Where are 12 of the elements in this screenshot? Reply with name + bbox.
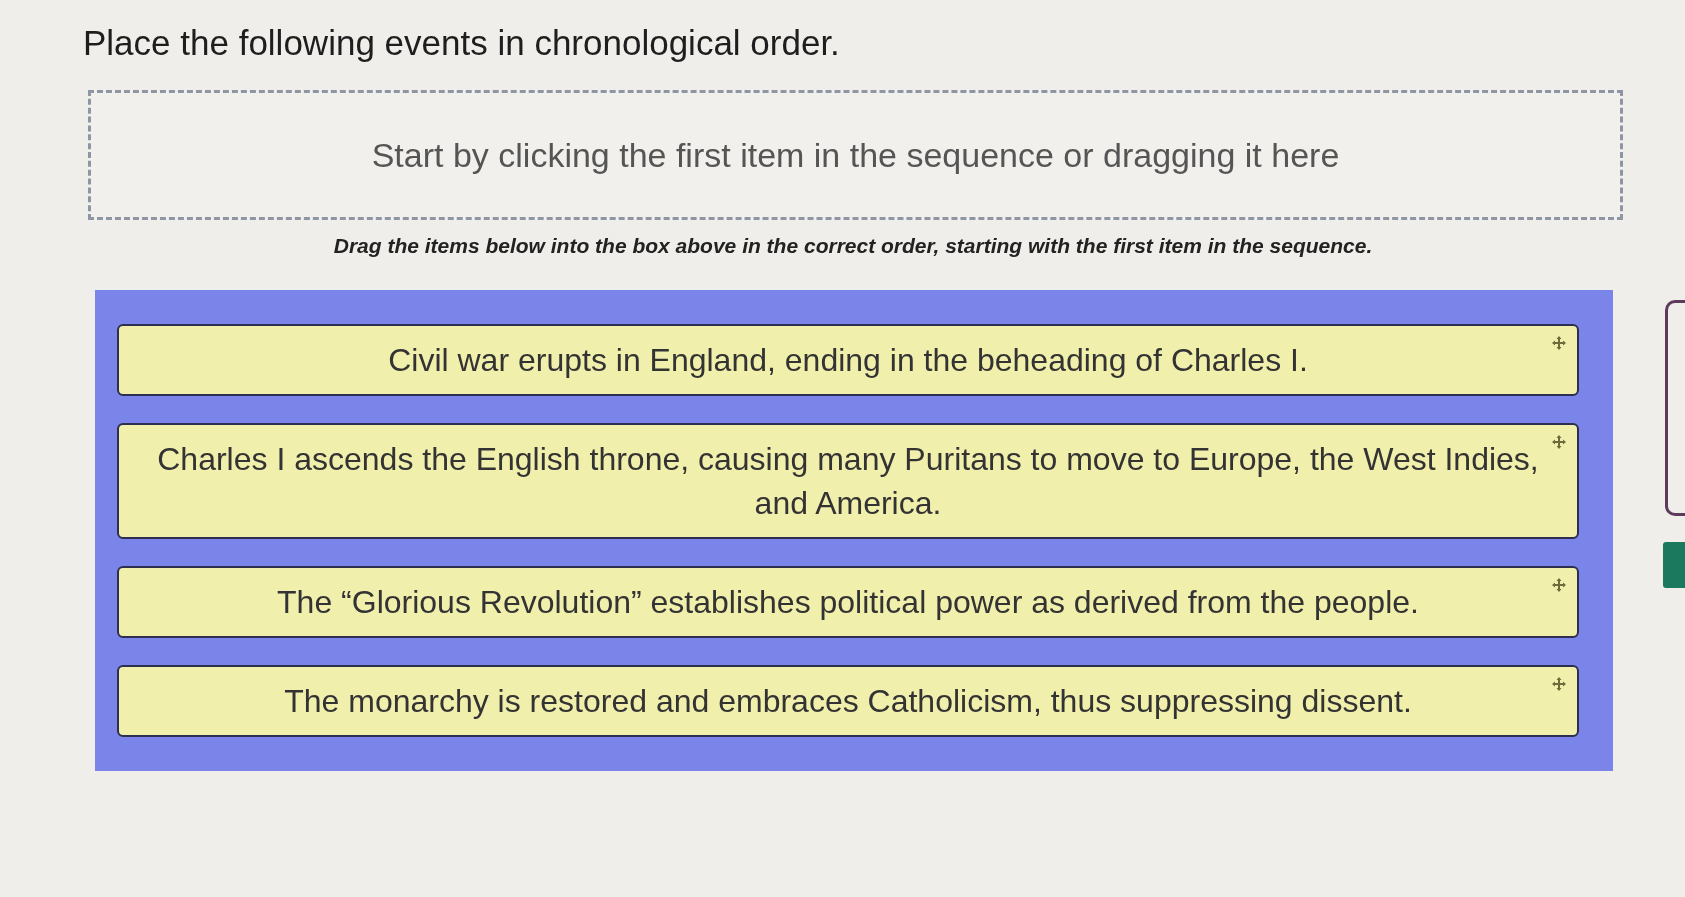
drop-zone[interactable]: Start by clicking the first item in the sequence or dragging it here [88,90,1623,220]
event-card[interactable]: Charles I ascends the English throne, causing many Puritans to move to Europe, the West Indies, and America. [117,423,1579,539]
event-card[interactable]: The monarchy is restored and embraces Catholicism, thus suppressing dissent. [117,665,1579,737]
side-button[interactable] [1663,542,1685,588]
move-icon [1551,577,1567,593]
move-icon [1551,434,1567,450]
move-icon [1551,676,1567,692]
event-card[interactable]: Civil war erupts in England, ending in the beheading of Charles I. [117,324,1579,396]
question-prompt: Place the following events in chronological order. [83,22,841,64]
instruction-text: Drag the items below into the box above in the correct order, starting with the first item in the sequence. [332,233,1374,259]
event-card[interactable]: The “Glorious Revolution” establishes political power as derived from the people. [117,566,1579,638]
move-icon [1551,335,1567,351]
